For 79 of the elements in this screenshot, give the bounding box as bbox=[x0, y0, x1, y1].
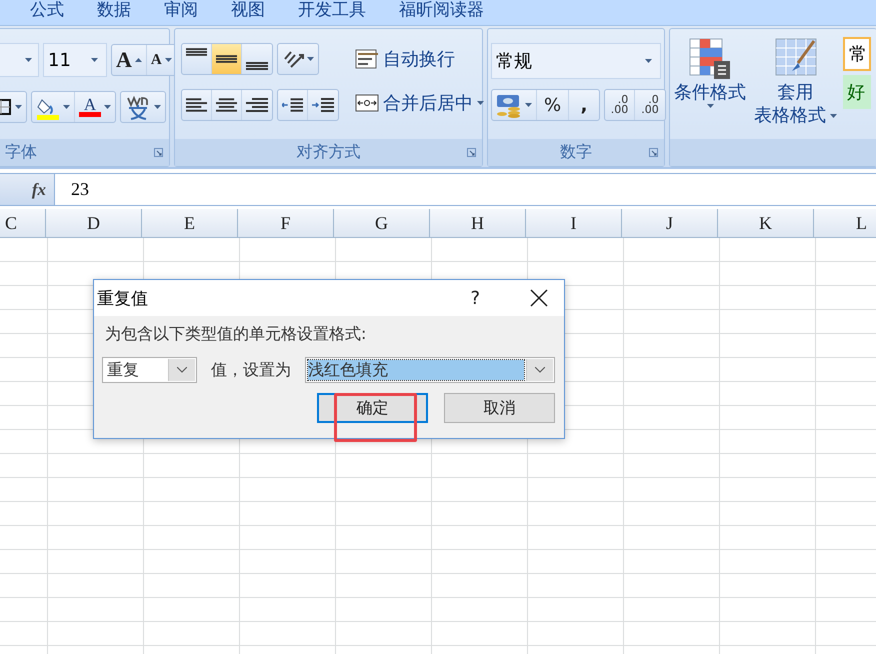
caret-icon bbox=[154, 105, 161, 109]
percent-button[interactable]: % bbox=[537, 90, 569, 120]
align-lines-icon bbox=[186, 96, 207, 114]
column-header[interactable]: K bbox=[718, 209, 814, 237]
comma-button[interactable]: , bbox=[569, 90, 599, 120]
formula-value: 23 bbox=[71, 179, 89, 200]
grow-font-button[interactable]: A bbox=[112, 45, 147, 75]
column-header[interactable]: F bbox=[238, 209, 334, 237]
caret-icon bbox=[91, 58, 98, 62]
merge-center-button[interactable]: 合并后居中 bbox=[355, 91, 484, 115]
cell-style-swatch[interactable]: 好 bbox=[843, 75, 871, 109]
indent-icon bbox=[312, 96, 334, 114]
caret-icon bbox=[25, 58, 32, 62]
dialog-launcher-icon[interactable] bbox=[467, 148, 476, 157]
vertical-align-button[interactable] bbox=[212, 44, 242, 74]
caret-icon bbox=[307, 57, 314, 61]
column-header[interactable]: H bbox=[430, 209, 526, 237]
cancel-button[interactable]: 取消 bbox=[444, 393, 555, 423]
column-header[interactable]: J bbox=[622, 209, 718, 237]
decrease-decimal-button[interactable]: .0 .00 bbox=[635, 90, 665, 120]
down-triangle-icon bbox=[164, 58, 172, 62]
help-button[interactable]: ? bbox=[470, 288, 480, 308]
dialog-launcher-icon[interactable] bbox=[649, 148, 658, 157]
phonetic-icon bbox=[125, 94, 151, 120]
align-lines-icon bbox=[216, 55, 237, 63]
wrap-text-button[interactable]: 自动换行 bbox=[355, 47, 484, 71]
column-header[interactable]: G bbox=[334, 209, 430, 237]
cell-style-swatch[interactable]: 常 bbox=[843, 37, 871, 71]
group-label: 字体 bbox=[5, 142, 37, 163]
wrap-text-icon bbox=[355, 48, 379, 70]
chevron-down-icon bbox=[177, 367, 187, 373]
align-lines-icon bbox=[246, 96, 268, 114]
close-icon[interactable] bbox=[530, 289, 548, 307]
column-header[interactable]: D bbox=[46, 209, 142, 237]
caret-icon bbox=[525, 103, 532, 107]
align-lines-icon bbox=[246, 62, 268, 70]
align-lines-icon bbox=[216, 96, 237, 114]
ribbon-tab[interactable]: 福昕阅读器 bbox=[399, 0, 504, 25]
column-header[interactable]: C bbox=[0, 209, 46, 237]
money-coins-icon bbox=[496, 92, 522, 118]
column-header[interactable]: E bbox=[142, 209, 238, 237]
caret-icon bbox=[477, 101, 484, 105]
dialog-title: 重复值 bbox=[97, 288, 149, 310]
merge-cells-icon bbox=[355, 93, 379, 113]
ribbon-tab[interactable]: 公式 bbox=[30, 0, 84, 25]
number-format-combo[interactable]: 常规 bbox=[491, 43, 661, 79]
insert-function-button[interactable]: fx bbox=[32, 180, 46, 200]
conditional-format-button[interactable]: 条件格式 bbox=[672, 37, 748, 139]
caret-icon bbox=[830, 114, 837, 118]
up-triangle-icon bbox=[134, 58, 142, 62]
column-header[interactable]: L bbox=[814, 209, 876, 237]
ribbon-tab[interactable]: 视图 bbox=[231, 0, 285, 25]
caret-icon bbox=[645, 59, 652, 63]
font-size-combo[interactable]: 11 bbox=[43, 43, 107, 77]
group-label: 数字 bbox=[560, 142, 592, 163]
caret-icon bbox=[706, 104, 714, 108]
rule-select[interactable]: 重复 bbox=[102, 357, 197, 383]
align-lines-icon bbox=[186, 48, 207, 56]
ribbon-tab[interactable]: 开发工具 bbox=[298, 0, 386, 25]
ribbon-tab[interactable]: 数据 bbox=[97, 0, 151, 25]
shrink-font-button[interactable]: A bbox=[146, 45, 176, 75]
indent-icon bbox=[282, 96, 303, 114]
increase-decimal-button[interactable]: .0 .00 bbox=[605, 90, 635, 120]
chevron-down-icon bbox=[535, 367, 545, 373]
table-format-button[interactable]: 套用 表格格式 bbox=[752, 37, 839, 139]
ribbon-tab[interactable]: 审阅 bbox=[164, 0, 218, 25]
dialog-launcher-icon[interactable] bbox=[154, 148, 163, 157]
caret-icon bbox=[104, 105, 111, 109]
column-header[interactable]: I bbox=[526, 209, 622, 237]
dialog-prompt: 为包含以下类型值的单元格设置格式: bbox=[105, 324, 368, 345]
angled-text-icon bbox=[282, 49, 304, 69]
field-label: 值，设置为 bbox=[211, 360, 291, 380]
color-swatch bbox=[79, 112, 101, 116]
format-select[interactable]: 浅红色填充 bbox=[305, 357, 555, 383]
group-label: 对齐方式 bbox=[296, 142, 360, 163]
highlighted-table-icon bbox=[688, 37, 732, 81]
caret-icon bbox=[15, 105, 22, 109]
caret-icon bbox=[63, 105, 70, 109]
border-grid-icon bbox=[0, 98, 12, 116]
